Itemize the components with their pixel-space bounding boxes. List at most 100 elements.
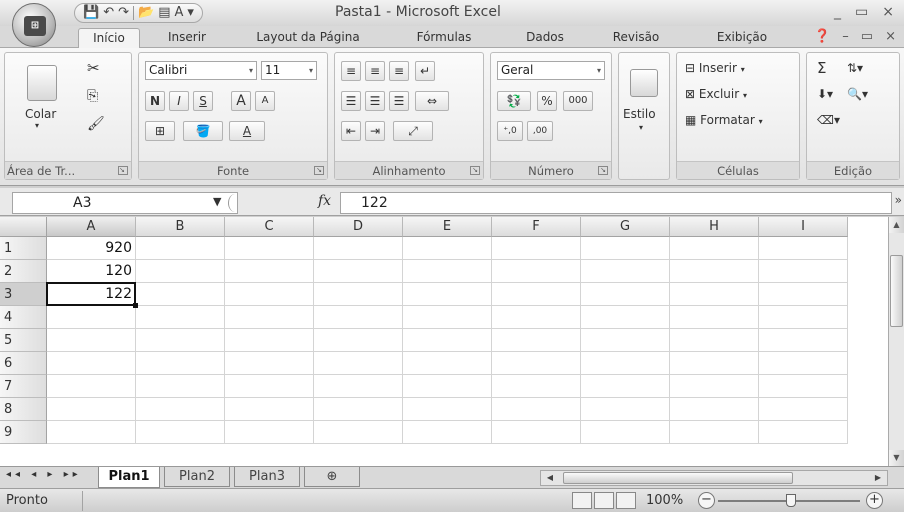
tab-inserir[interactable]: Inserir — [158, 28, 216, 48]
cell-g4[interactable] — [581, 306, 670, 329]
cell-h4[interactable] — [670, 306, 759, 329]
merge-center-button[interactable]: ⇔ — [415, 91, 449, 111]
cell-c3[interactable] — [225, 283, 314, 306]
cell-h6[interactable] — [670, 352, 759, 375]
insert-cells-button[interactable]: ⊟ Inserir ▾ — [685, 59, 745, 79]
cell-a2[interactable]: 120 — [47, 260, 136, 283]
zoom-out-icon[interactable]: − — [698, 492, 715, 509]
cell-c4[interactable] — [225, 306, 314, 329]
cell-i3[interactable] — [759, 283, 848, 306]
cell-c5[interactable] — [225, 329, 314, 352]
cell-b8[interactable] — [136, 398, 225, 421]
cell-c7[interactable] — [225, 375, 314, 398]
tab-dados[interactable]: Dados — [516, 28, 574, 48]
tab-formulas[interactable]: Fórmulas — [406, 28, 482, 48]
column-header-e[interactable]: E — [403, 217, 492, 237]
row-header-8[interactable]: 8 — [0, 398, 47, 421]
column-header-i[interactable]: I — [759, 217, 848, 237]
bold-button[interactable]: N — [145, 91, 165, 111]
cell-i9[interactable] — [759, 421, 848, 444]
cell-g6[interactable] — [581, 352, 670, 375]
cell-i4[interactable] — [759, 306, 848, 329]
orientation-button[interactable]: ⤢ — [393, 121, 433, 141]
row-header-9[interactable]: 9 — [0, 421, 47, 444]
cell-f9[interactable] — [492, 421, 581, 444]
cut-icon[interactable]: ✂ — [87, 59, 100, 77]
vertical-scrollbar[interactable]: ▲ ▼ — [888, 217, 904, 466]
number-format-select[interactable]: Geral ▾ — [497, 61, 605, 80]
align-right-button[interactable]: ☰ — [389, 91, 409, 111]
column-header-a[interactable]: A — [47, 217, 136, 237]
help-icon[interactable]: ❓ — [814, 29, 830, 44]
sheet-tab-plan1[interactable]: Plan1 — [98, 467, 160, 488]
cell-h9[interactable] — [670, 421, 759, 444]
cell-d7[interactable] — [314, 375, 403, 398]
cell-c9[interactable] — [225, 421, 314, 444]
zoom-level[interactable]: 100% — [646, 493, 683, 508]
cell-i2[interactable] — [759, 260, 848, 283]
close-button[interactable]: × — [882, 4, 894, 20]
cell-a1[interactable]: 920 — [47, 237, 136, 260]
cell-i1[interactable] — [759, 237, 848, 260]
cell-a9[interactable] — [47, 421, 136, 444]
cell-b3[interactable] — [136, 283, 225, 306]
expand-formula-icon[interactable]: » — [895, 193, 902, 207]
cell-g5[interactable] — [581, 329, 670, 352]
thousands-button[interactable]: 000 — [563, 91, 593, 111]
format-cells-button[interactable]: ▦ Formatar ▾ — [685, 111, 763, 131]
sheet-nav-buttons[interactable]: ◂◂ ◂ ▸ ▸▸ — [6, 469, 82, 480]
cell-a7[interactable] — [47, 375, 136, 398]
cell-g7[interactable] — [581, 375, 670, 398]
save-icon[interactable]: 💾 — [83, 4, 99, 22]
cell-g3[interactable] — [581, 283, 670, 306]
name-box[interactable]: A3 — [12, 192, 238, 214]
cell-f3[interactable] — [492, 283, 581, 306]
select-all-corner[interactable] — [0, 217, 47, 237]
normal-view-icon[interactable] — [572, 492, 592, 509]
cell-h2[interactable] — [670, 260, 759, 283]
fill-icon[interactable]: ⬇▾ — [817, 85, 833, 103]
font-name-select[interactable]: Calibri ▾ — [145, 61, 257, 80]
insert-sheet-icon[interactable]: ⊕ — [304, 467, 360, 487]
cell-d5[interactable] — [314, 329, 403, 352]
align-left-button[interactable]: ☰ — [341, 91, 361, 111]
name-box-dropdown-icon[interactable]: ▼ — [213, 192, 221, 212]
cell-a5[interactable] — [47, 329, 136, 352]
cell-h1[interactable] — [670, 237, 759, 260]
row-header-4[interactable]: 4 — [0, 306, 47, 329]
cell-f4[interactable] — [492, 306, 581, 329]
cell-f2[interactable] — [492, 260, 581, 283]
align-bottom-button[interactable]: ≡ — [389, 61, 409, 81]
zoom-slider-handle[interactable] — [786, 494, 796, 507]
cell-i7[interactable] — [759, 375, 848, 398]
undo-icon[interactable]: ↶ — [103, 4, 114, 22]
cell-b1[interactable] — [136, 237, 225, 260]
scroll-up-icon[interactable]: ▲ — [889, 217, 904, 233]
tab-layout[interactable]: Layout da Página — [246, 28, 370, 48]
cell-b9[interactable] — [136, 421, 225, 444]
format-icon[interactable]: A — [174, 4, 183, 22]
group-styles[interactable]: Estilo ▾ — [618, 52, 670, 180]
column-header-d[interactable]: D — [314, 217, 403, 237]
cell-b2[interactable] — [136, 260, 225, 283]
column-header-h[interactable]: H — [670, 217, 759, 237]
zoom-in-icon[interactable]: + — [866, 492, 883, 509]
grow-font-button[interactable]: A — [231, 91, 251, 111]
tab-exibicao[interactable]: Exibição — [700, 28, 784, 48]
scroll-down-icon[interactable]: ▼ — [889, 450, 904, 466]
page-layout-view-icon[interactable] — [594, 492, 614, 509]
cell-h8[interactable] — [670, 398, 759, 421]
increase-indent-button[interactable]: ⇥ — [365, 121, 385, 141]
align-top-button[interactable]: ≡ — [341, 61, 361, 81]
cell-e1[interactable] — [403, 237, 492, 260]
cell-i8[interactable] — [759, 398, 848, 421]
cell-d8[interactable] — [314, 398, 403, 421]
increase-decimal-button[interactable]: ⁺,0 — [497, 121, 523, 141]
cell-e6[interactable] — [403, 352, 492, 375]
cell-g9[interactable] — [581, 421, 670, 444]
column-header-g[interactable]: G — [581, 217, 670, 237]
column-header-f[interactable]: F — [492, 217, 581, 237]
open-icon[interactable]: 📂 — [138, 4, 154, 22]
cell-c1[interactable] — [225, 237, 314, 260]
paste-dropdown-icon[interactable]: ▾ — [35, 121, 39, 130]
